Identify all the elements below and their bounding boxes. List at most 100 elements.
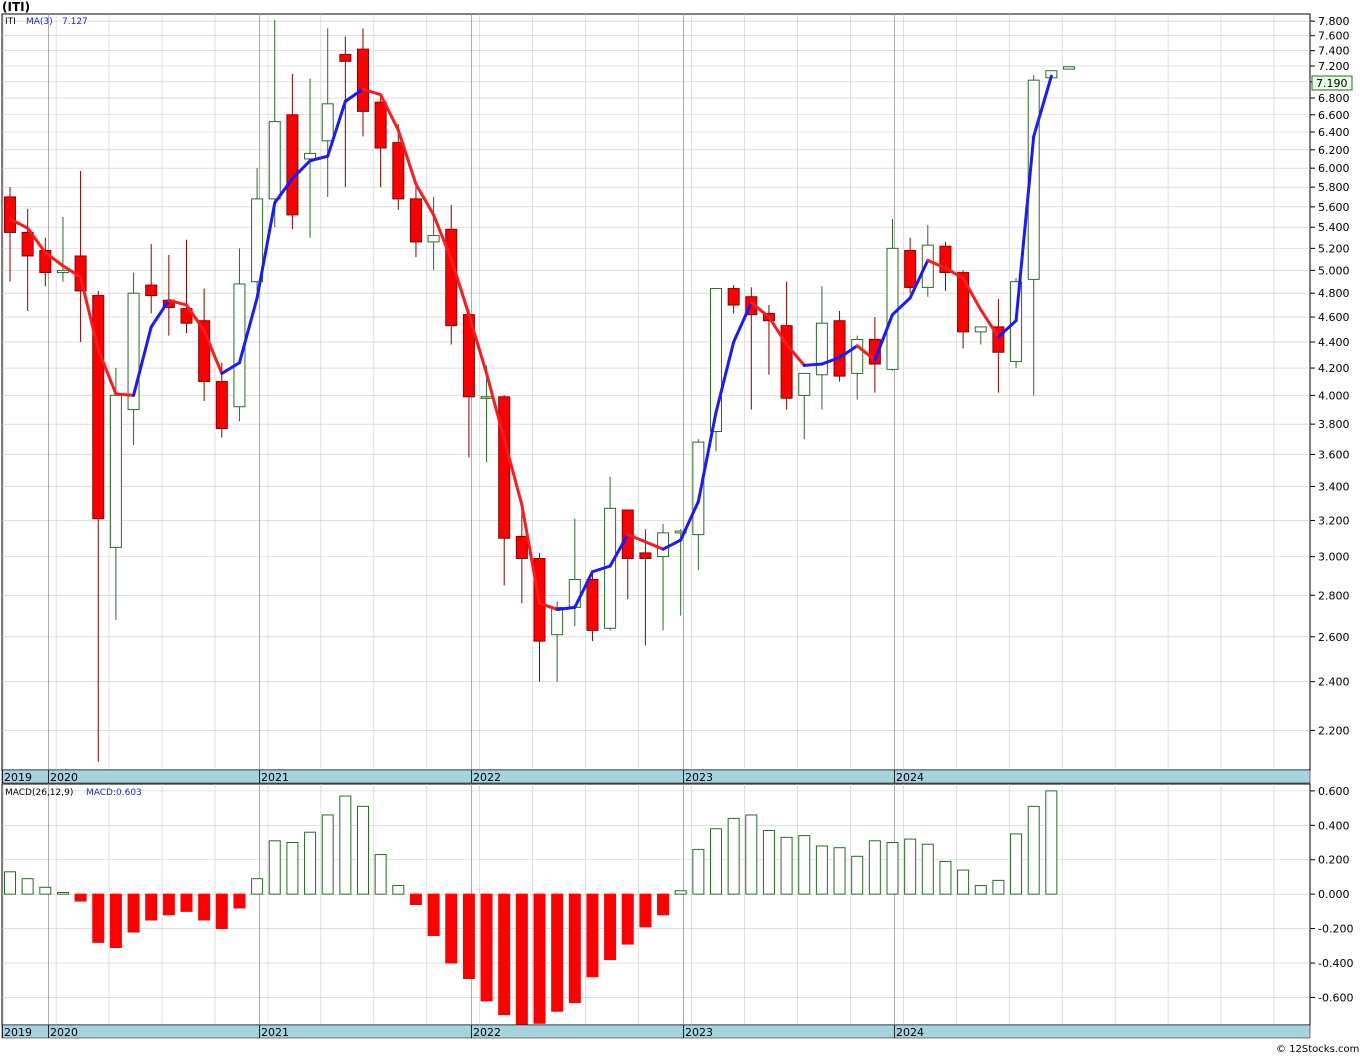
price-legend-symbol: ITI — [5, 17, 16, 27]
x-tick-label: 2019 — [4, 771, 32, 784]
macd-bar — [586, 893, 599, 978]
macd-bar — [162, 893, 175, 916]
price-y-tick-label: 4.200 — [1318, 362, 1350, 375]
candle-body — [357, 48, 369, 112]
candle-body — [374, 101, 387, 149]
macd-bar — [39, 886, 52, 895]
macd-bar — [480, 893, 493, 1002]
macd-bar — [515, 893, 528, 1026]
candle — [833, 311, 846, 382]
x-tick-label: 2021 — [261, 1026, 289, 1039]
macd-bar — [868, 840, 881, 895]
price-y-tick-label: 5.400 — [1318, 221, 1350, 234]
macd-bar — [92, 893, 105, 943]
macd-legend-value: MACD:0.603 — [86, 788, 142, 798]
macd-bar — [992, 879, 1005, 895]
macd-bar — [727, 817, 740, 895]
price-y-tick-label: 4.600 — [1318, 311, 1350, 324]
macd-bar — [127, 893, 140, 933]
stock-chart: (ITI) 2.200 2.400 2.600 2.800 3.000 3.200 3.40… — [0, 0, 1360, 1056]
price-y-tick-label: 5.000 — [1318, 264, 1350, 277]
candle — [1063, 66, 1075, 70]
price-y-tick-label: 5.600 — [1318, 201, 1350, 214]
macd-bar — [251, 878, 264, 895]
macd-bar — [286, 842, 299, 895]
candle-body — [551, 606, 564, 636]
candle-body — [445, 228, 458, 327]
candle-body — [215, 381, 228, 430]
macd-bar — [533, 893, 546, 1024]
macd-bar — [957, 869, 970, 895]
candle-body — [56, 269, 69, 274]
last-price-badge: 7.190 — [1316, 77, 1348, 90]
price-y-tick-label: 5.800 — [1318, 181, 1350, 194]
macd-bar — [304, 831, 317, 895]
candle-body — [286, 114, 299, 216]
price-y-tick-label: 6.400 — [1318, 126, 1350, 139]
x-tick-label: 2023 — [685, 1026, 713, 1039]
macd-bar — [1027, 805, 1040, 895]
x-tick-label: 2021 — [261, 771, 289, 784]
price-legend-ma-label: MA(3) — [26, 17, 53, 27]
macd-bar — [409, 893, 422, 906]
candle-body — [833, 320, 846, 377]
price-y-tick-label: 6.800 — [1318, 92, 1350, 105]
price-y-tick-label: 3.800 — [1318, 418, 1350, 431]
macd-bar — [939, 860, 952, 895]
candle-body — [498, 396, 511, 539]
ma-segment — [114, 392, 136, 397]
macd-bar — [921, 843, 934, 895]
candle-body — [568, 578, 581, 608]
macd-y-tick-label: 0.000 — [1318, 888, 1350, 901]
macd-bar — [621, 893, 634, 945]
macd-bar — [815, 845, 828, 895]
price-y-tick-label: 3.600 — [1318, 448, 1350, 461]
macd-bar — [745, 814, 758, 895]
price-panel — [1, 13, 1311, 771]
macd-bar — [357, 805, 369, 895]
macd-bar — [639, 893, 652, 928]
price-y-tick-label: 2.400 — [1318, 676, 1350, 689]
candle-body — [268, 121, 281, 200]
price-y-tick-label: 7.400 — [1318, 45, 1350, 58]
macd-x-axis-band — [1, 1024, 1311, 1039]
macd-bar — [109, 893, 122, 949]
macd-bar — [974, 885, 987, 895]
price-y-tick-label: 6.200 — [1318, 144, 1350, 157]
x-tick-label: 2020 — [50, 771, 78, 784]
candle-body — [657, 532, 670, 558]
macd-bar — [798, 835, 811, 895]
price-y-tick-label: 2.800 — [1318, 589, 1350, 602]
price-y-tick-label: 7.200 — [1318, 60, 1350, 73]
macd-legend-label: MACD(26,12,9) — [5, 788, 73, 798]
price-y-tick-label: 5.200 — [1318, 242, 1350, 255]
candle-body — [392, 142, 405, 200]
price-y-tick-label: 6.600 — [1318, 109, 1350, 122]
candle-body — [427, 235, 440, 243]
candle-body — [339, 53, 352, 62]
price-y-tick-label: 2.200 — [1318, 724, 1350, 737]
candle-body — [109, 394, 122, 548]
price-legend-ma-value: 7.127 — [62, 17, 88, 27]
price-y-tick-label: 4.400 — [1318, 336, 1350, 349]
candle-body — [974, 326, 987, 333]
candle-body — [904, 250, 917, 288]
candle-body — [145, 284, 158, 297]
macd-bar — [4, 871, 16, 895]
macd-bar — [833, 847, 846, 895]
macd-bar — [339, 795, 352, 895]
macd-bar — [904, 838, 917, 895]
macd-bar — [74, 893, 87, 902]
macd-bar — [392, 885, 405, 895]
price-y-tick-label: 6.000 — [1318, 162, 1350, 175]
x-tick-label: 2019 — [4, 1026, 32, 1039]
macd-bar — [1010, 833, 1023, 895]
macd-bar — [674, 890, 687, 895]
price-y-tick-label: 4.800 — [1318, 287, 1350, 300]
x-tick-label: 2022 — [473, 1026, 501, 1039]
x-tick-label: 2024 — [896, 1026, 924, 1039]
x-tick-label: 2020 — [50, 1026, 78, 1039]
x-tick-label: 2022 — [473, 771, 501, 784]
macd-y-tick-label: 0.400 — [1318, 819, 1350, 832]
candle-body — [798, 372, 811, 396]
